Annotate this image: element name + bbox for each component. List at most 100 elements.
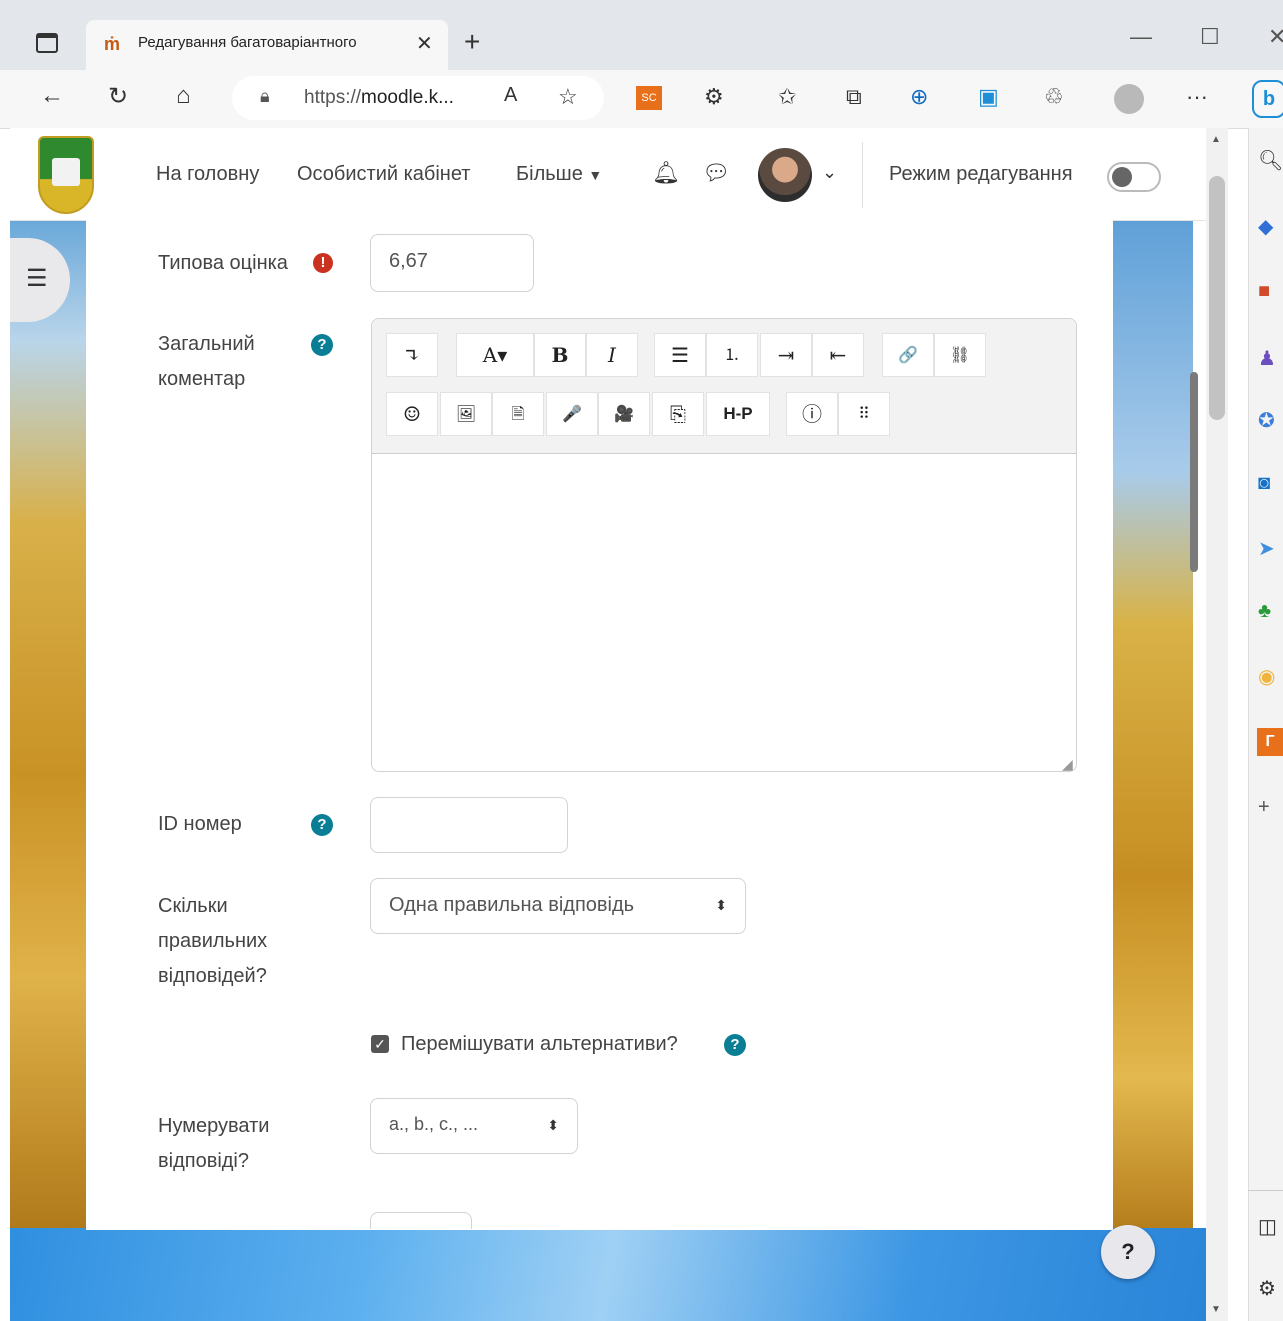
minimize-button[interactable]: — [1130,24,1152,50]
indent-icon[interactable]: ⇥ [760,333,812,377]
user-menu-chevron-icon[interactable]: ⌄ [822,162,837,183]
equation-icon[interactable]: ⠿ [838,392,890,436]
send-icon[interactable]: ➤ [1258,536,1275,561]
nav-more-label: Більше [516,163,583,185]
unlink-icon[interactable]: ⛓ [934,333,986,377]
toolbar-collapse-button[interactable]: ↴ [386,333,438,377]
font-style-button[interactable]: A▾ [456,333,534,377]
tag-icon[interactable]: ◆ [1258,214,1273,239]
default-mark-input[interactable]: 6,67 [370,234,534,292]
user-avatar[interactable] [758,148,812,202]
circle-icon[interactable]: ◉ [1258,664,1275,689]
favorite-add-icon[interactable]: ☆ [558,84,578,110]
emoji-icon[interactable]: ☺ [386,392,438,436]
answer-numbering-label: Нумерувати відповіді? [158,1115,270,1172]
next-field-partial[interactable] [370,1212,472,1229]
drawer-scrollbar-thumb[interactable] [1190,372,1198,572]
tab-actions-icon[interactable] [36,33,58,53]
downloads-icon[interactable]: ⊕ [910,84,928,110]
outdent-icon[interactable]: ⇤ [812,333,864,377]
select-arrows-icon: ⬍ [547,1117,559,1133]
list-icon: ☰ [26,265,48,292]
maximize-button[interactable]: ☐ [1200,24,1220,50]
g-icon[interactable]: Г [1257,728,1283,756]
answer-numbering-value: a., b., c., ... [389,1114,479,1134]
close-tab-icon[interactable]: ✕ [416,31,433,56]
performance-icon[interactable]: ♲ [1044,84,1064,110]
logo-emblem [52,158,80,186]
help-icon[interactable]: ? [311,814,333,836]
wheat-background-right [1113,220,1193,1230]
nav-home-link[interactable]: На головну [156,163,259,186]
nav-dashboard-link[interactable]: Особистий кабінет [297,163,470,186]
home-icon[interactable]: ⌂ [176,82,191,110]
add-icon[interactable]: + [1258,796,1270,819]
sc-extension-icon[interactable]: SC [636,86,662,110]
microphone-icon[interactable]: 🎤 [546,392,598,436]
collections-icon[interactable]: ⧉ [846,84,862,110]
office-icon[interactable]: ✪ [1258,408,1275,433]
help-icon[interactable]: ? [724,1034,746,1056]
header-divider [862,142,863,208]
shuffle-answers-label: Перемішувати альтернативи? [401,1033,678,1055]
moodle-favicon-icon: ṁ [104,34,121,54]
resize-handle-icon[interactable]: ◢ [1062,756,1073,773]
lock-icon[interactable]: 🔒︎ [260,86,270,107]
read-aloud-icon[interactable]: A [504,84,517,107]
back-icon[interactable]: ← [40,82,64,110]
nav-more-menu[interactable]: Більше ▼ [516,163,602,186]
id-number-label: ID номер [158,813,242,835]
more-icon[interactable]: ··· [1186,84,1208,110]
h5p-button[interactable]: H-P [706,392,770,436]
new-tab-button[interactable]: + [464,26,480,58]
link-icon[interactable]: 🔗 [882,333,934,377]
refresh-icon[interactable]: ↻ [108,82,128,111]
outlook-icon[interactable]: ◙ [1258,472,1270,495]
briefcase-icon[interactable]: ■ [1258,280,1270,303]
search-icon[interactable]: 🔍︎ [1258,148,1283,173]
tree-icon[interactable]: ♣ [1258,600,1271,623]
video-camera-icon[interactable]: 🎥 [598,392,650,436]
settings-icon[interactable]: ⚙ [1258,1276,1276,1301]
page-scrollbar-thumb[interactable] [1209,176,1225,420]
media-file-icon[interactable]: 🗎 [492,392,544,436]
answer-numbering-select[interactable]: a., b., c., ... ⬍ [370,1098,578,1154]
extensions-icon[interactable]: ⚙ [704,84,724,110]
shuffle-answers-checkbox[interactable]: ✓ [371,1035,389,1053]
notifications-bell-icon[interactable]: 🔔︎ [652,160,680,186]
bing-icon[interactable]: b [1252,80,1283,118]
required-icon: ! [313,253,333,273]
chevron-down-icon: ▼ [588,167,603,183]
single-answer-select[interactable]: Одна правильна відповідь ⬍ [370,878,746,934]
accessibility-icon[interactable]: ⓘ [786,392,838,436]
id-number-input[interactable] [370,797,568,853]
ordered-list-icon[interactable]: ⒈ [706,333,758,377]
favorites-icon[interactable]: ✩ [778,84,796,110]
messages-chat-icon[interactable]: 💬︎ [702,160,730,186]
help-icon[interactable]: ? [311,334,333,356]
wheat-background-left [10,220,86,1230]
toggle-knob [1112,167,1132,187]
bold-button[interactable]: B [534,333,586,377]
image-icon[interactable]: 🖼 [440,392,492,436]
single-answer-label: Скільки правильних відповідей? [158,895,268,987]
footer-help-button[interactable]: ? [1101,1225,1155,1279]
url-text[interactable]: https://moodle.k... [304,87,454,109]
manage-files-icon[interactable]: ⎘ [652,392,704,436]
scroll-down-icon[interactable]: ▼ [1211,1304,1221,1315]
unordered-list-icon[interactable]: ☰ [654,333,706,377]
italic-button[interactable]: I [586,333,638,377]
default-mark-label: Типова оцінка [158,252,288,274]
profile-icon[interactable] [1114,84,1144,114]
split-icon[interactable]: ◫ [1258,1214,1277,1239]
ie-mode-icon[interactable]: ▣ [978,84,999,110]
scroll-up-icon[interactable]: ▲ [1211,134,1221,145]
close-window-button[interactable]: ✕ [1268,24,1283,50]
tab-title[interactable]: Редагування багатоваріантного [138,34,406,51]
select-arrows-icon: ⬍ [715,897,727,913]
sidebar-divider [1248,1190,1283,1191]
sky-background-bottom [10,1228,1206,1321]
people-icon[interactable]: ♟ [1258,346,1276,371]
edge-sidebar [1248,128,1283,1321]
edit-mode-label: Режим редагування [889,163,1073,185]
